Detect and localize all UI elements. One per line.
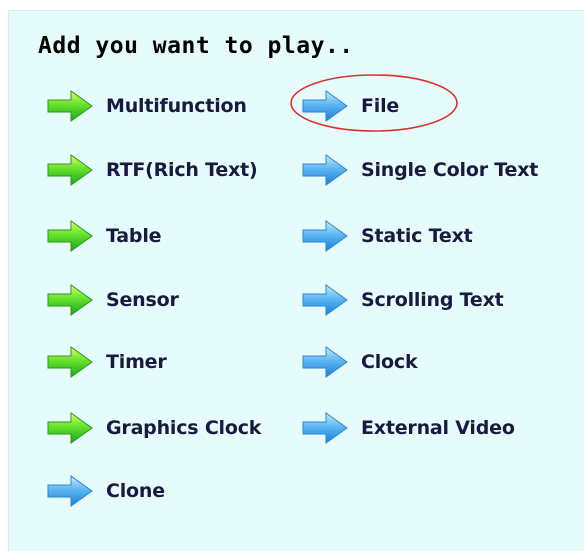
option-label: Graphics Clock [106, 417, 262, 439]
option-label: Sensor [106, 289, 179, 311]
blue-arrow-icon [302, 220, 348, 252]
option-label: Timer [106, 351, 167, 373]
option-clock[interactable]: Clock [301, 342, 418, 382]
option-label: Multifunction [106, 95, 247, 117]
option-label: Clone [106, 480, 165, 502]
blue-arrow-icon [302, 154, 348, 186]
blue-arrow-icon [47, 475, 93, 507]
blue-arrow-icon [302, 90, 348, 122]
green-arrow-icon [47, 90, 93, 122]
option-label: Static Text [361, 225, 473, 247]
option-single-color-text[interactable]: Single Color Text [301, 150, 538, 190]
option-graphics-clock[interactable]: Graphics Clock [46, 408, 261, 448]
blue-arrow-icon [302, 346, 348, 378]
green-arrow-icon [47, 220, 93, 252]
option-label: File [361, 95, 400, 117]
play-options-panel: Add you want to play.. Multifunction RTF… [8, 10, 584, 551]
option-table[interactable]: Table [46, 216, 162, 256]
option-rtf-rich-text[interactable]: RTF(Rich Text) [46, 150, 258, 190]
option-file[interactable]: File [301, 86, 399, 126]
green-arrow-icon [47, 346, 93, 378]
option-label: Scrolling Text [361, 289, 504, 311]
option-multifunction[interactable]: Multifunction [46, 86, 247, 126]
option-timer[interactable]: Timer [46, 342, 167, 382]
option-label: Table [106, 225, 162, 247]
green-arrow-icon [47, 412, 93, 444]
option-label: Single Color Text [361, 159, 539, 181]
green-arrow-icon [47, 154, 93, 186]
option-scrolling-text[interactable]: Scrolling Text [301, 280, 504, 320]
option-label: RTF(Rich Text) [106, 159, 258, 181]
blue-arrow-icon [302, 284, 348, 316]
option-static-text[interactable]: Static Text [301, 216, 473, 256]
option-clone[interactable]: Clone [46, 471, 165, 511]
option-sensor[interactable]: Sensor [46, 280, 179, 320]
panel-heading: Add you want to play.. [38, 33, 354, 59]
option-external-video[interactable]: External Video [301, 408, 515, 448]
blue-arrow-icon [302, 412, 348, 444]
option-label: External Video [361, 417, 515, 439]
option-label: Clock [361, 351, 418, 373]
green-arrow-icon [47, 284, 93, 316]
